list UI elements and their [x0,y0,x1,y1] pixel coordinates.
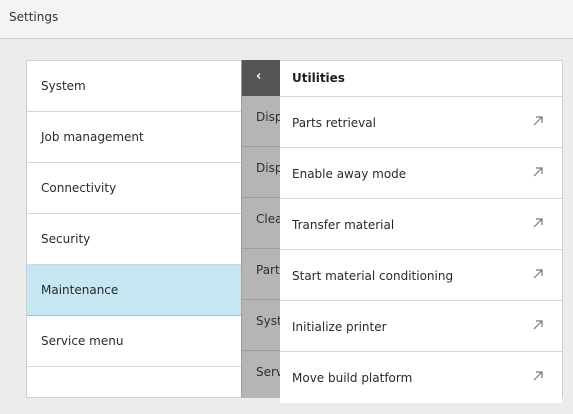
submenu-item[interactable]: Serv [242,351,281,398]
category-label: Maintenance [41,283,119,297]
category-label: Service menu [41,334,124,348]
category-label: Job management [41,130,144,144]
maintenance-submenu: ‹ Disp Disp Clea Part Syst Serv [241,60,281,398]
utility-item-start-material-conditioning[interactable]: Start material conditioning [280,250,562,301]
submenu-item-label: Serv [256,365,281,379]
submenu-item[interactable]: Syst [242,300,281,351]
utility-item-label: Initialize printer [292,320,387,334]
submenu-item[interactable]: Disp [242,147,281,198]
submenu-item-label: Syst [256,314,281,328]
utility-item-label: Start material conditioning [292,269,454,283]
submenu-item-label: Part [256,263,280,277]
utility-item-label: Transfer material [292,218,395,232]
utilities-panel: Utilities Parts retrieval Enable away mo… [280,60,563,403]
utility-item-label: Enable away mode [292,167,407,181]
arrow-up-right-icon [533,218,543,228]
title-bar: Settings [0,0,573,39]
submenu-item[interactable]: Clea [242,198,281,249]
submenu-item-label: Disp [256,110,281,124]
utility-item-label: Parts retrieval [292,116,376,130]
submenu-item[interactable]: Part [242,249,281,300]
back-button[interactable]: ‹ [242,60,281,96]
category-label: Security [41,232,91,246]
category-label: Connectivity [41,181,117,195]
chevron-left-icon: ‹ [256,69,262,84]
utility-item-transfer-material[interactable]: Transfer material [280,199,562,250]
category-label: System [41,79,86,93]
arrow-up-right-icon [533,269,543,279]
submenu-item-label: Clea [256,212,281,226]
window-title: Settings [9,10,59,24]
utilities-header: Utilities [280,61,562,97]
utility-item-enable-away-mode[interactable]: Enable away mode [280,148,562,199]
panel-title: Utilities [292,71,345,85]
arrow-up-right-icon [533,116,543,126]
submenu-item[interactable]: Disp [242,96,281,147]
arrow-up-right-icon [533,320,543,330]
arrow-up-right-icon [533,167,543,177]
utility-item-move-build-platform[interactable]: Move build platform [280,352,562,403]
utility-item-label: Move build platform [292,371,413,385]
submenu-item-label: Disp [256,161,281,175]
utility-item-parts-retrieval[interactable]: Parts retrieval [280,97,562,148]
utility-item-initialize-printer[interactable]: Initialize printer [280,301,562,352]
arrow-up-right-icon [533,371,543,381]
